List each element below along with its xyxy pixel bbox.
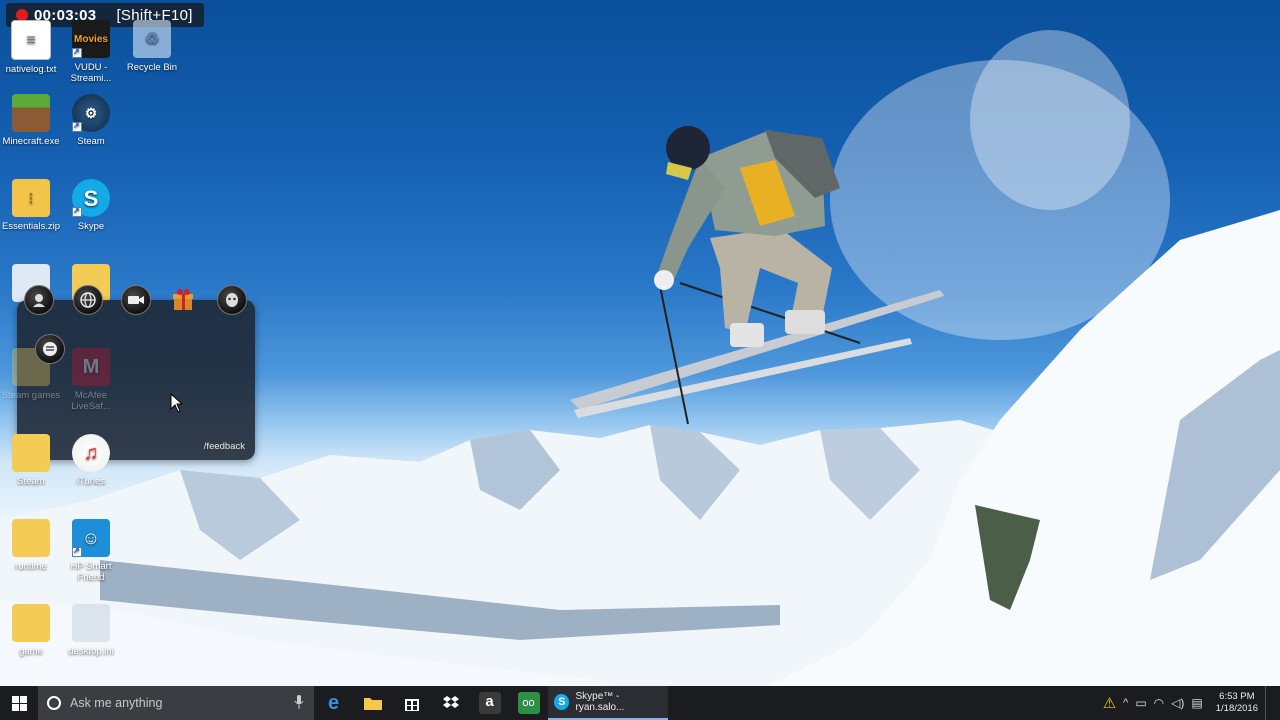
folder-icon bbox=[12, 519, 50, 557]
overlay-profile-button[interactable] bbox=[24, 285, 54, 315]
desktop-icon-nativelog[interactable]: ≡ nativelog.txt bbox=[0, 20, 62, 75]
overlay-web-button[interactable] bbox=[73, 285, 103, 315]
overlay-mask-button[interactable] bbox=[217, 285, 247, 315]
microphone-icon[interactable] bbox=[294, 695, 304, 709]
start-button[interactable] bbox=[0, 686, 38, 720]
overlay-gift-button[interactable] bbox=[168, 285, 198, 315]
system-tray: ⚠ ^ ▭ ◠ ◁) ▤ 6:53 PM 1/18/2016 bbox=[1103, 686, 1280, 720]
globe-icon bbox=[80, 292, 96, 308]
settings-file-icon bbox=[72, 604, 110, 642]
desktop-icon-steam[interactable]: ⚙ Steam bbox=[60, 94, 122, 147]
search-placeholder: Ask me anything bbox=[70, 696, 163, 710]
taskbar-skype-window[interactable]: S Skype™ - ryan.salo... bbox=[548, 686, 668, 720]
desktop-icon-label: iTunes bbox=[76, 476, 106, 487]
taskbar-amazon[interactable]: a bbox=[470, 686, 509, 720]
folder-icon bbox=[12, 604, 50, 642]
desktop-icon-skype[interactable]: S Skype bbox=[60, 179, 122, 232]
desktop-icon-label: nativelog.txt bbox=[5, 64, 57, 75]
desktop-icon-label: Minecraft.exe bbox=[2, 136, 60, 147]
clock-date: 1/18/2016 bbox=[1215, 703, 1258, 714]
edge-icon: e bbox=[327, 691, 340, 714]
itunes-note-icon: ♫ bbox=[72, 434, 110, 472]
desktop-icon-steam-2[interactable]: Steam bbox=[0, 434, 62, 487]
desktop-icon-desktop-ini[interactable]: desktop.ini bbox=[60, 604, 122, 657]
feedback-link[interactable]: /feedback bbox=[204, 441, 245, 452]
desktop-icon-hp-smart-friend[interactable]: ☺ HP Smart Friend bbox=[60, 519, 122, 583]
wifi-icon[interactable]: ◠ bbox=[1154, 696, 1164, 710]
desktop-icon-label: McAfee LiveSaf... bbox=[71, 390, 111, 412]
dropbox-icon bbox=[442, 696, 459, 708]
profile-icon bbox=[33, 294, 45, 307]
video-camera-icon bbox=[128, 296, 144, 304]
taskbar-tripadvisor[interactable]: oo bbox=[509, 686, 548, 720]
skype-window-title: Skype™ - ryan.salo... bbox=[575, 691, 625, 713]
taskbar-dropbox[interactable] bbox=[431, 686, 470, 720]
hp-smart-friend-icon: ☺ bbox=[72, 519, 110, 557]
desktop-icon-label: Steam bbox=[17, 476, 45, 487]
desktop-icon-mcafee[interactable]: M McAfee LiveSaf... bbox=[60, 348, 122, 412]
gift-box-icon bbox=[173, 289, 193, 310]
desktop-icon-label: Skype bbox=[77, 221, 105, 232]
desktop-icon-label: game bbox=[19, 646, 43, 657]
clock-time: 6:53 PM bbox=[1219, 691, 1255, 702]
show-desktop-button[interactable] bbox=[1265, 686, 1270, 720]
desktop-icon-label: desktop.ini bbox=[68, 646, 114, 657]
desktop-icon-label: VUDU - Streami... bbox=[70, 62, 112, 84]
desktop-icon-label: Essentials.zip bbox=[1, 221, 61, 232]
vudu-movies-icon: Movies bbox=[72, 20, 110, 58]
overlay-chat-button[interactable] bbox=[35, 334, 65, 364]
store-bag-icon bbox=[404, 699, 419, 711]
shortcut-arrow-icon bbox=[72, 120, 82, 132]
warning-icon[interactable]: ⚠ bbox=[1103, 694, 1116, 712]
volume-icon[interactable]: ◁) bbox=[1171, 696, 1184, 710]
chevron-up-icon[interactable]: ^ bbox=[1123, 697, 1128, 709]
mcafee-shield-icon: M bbox=[72, 348, 110, 386]
folder-icon bbox=[363, 698, 382, 710]
cortana-circle-icon bbox=[47, 696, 61, 710]
desktop-icon-vudu[interactable]: Movies VUDU - Streami... bbox=[60, 20, 122, 84]
shortcut-arrow-icon bbox=[72, 205, 82, 217]
steam-icon: ⚙ bbox=[72, 94, 110, 132]
folder-icon bbox=[12, 434, 50, 472]
taskbar-clock[interactable]: 6:53 PM 1/18/2016 bbox=[1216, 691, 1258, 715]
desktop-icon-label: Steam games bbox=[1, 390, 61, 401]
desktop-icon-label: runtime bbox=[15, 561, 47, 572]
windows-logo-icon bbox=[11, 695, 27, 711]
action-center-icon[interactable]: ▤ bbox=[1191, 696, 1202, 710]
desktop-icon-recycle-bin[interactable]: ♻ Recycle Bin bbox=[121, 20, 183, 73]
skype-icon: S bbox=[554, 694, 570, 710]
skier-figure bbox=[570, 126, 944, 425]
shortcut-arrow-icon bbox=[72, 46, 82, 58]
taskbar-edge[interactable]: e bbox=[314, 686, 353, 720]
recycle-bin-icon: ♻ bbox=[133, 20, 171, 58]
taskbar: Ask me anything e a oo S Skype™ - ryan.s… bbox=[0, 686, 1280, 720]
text-file-icon: ≡ bbox=[11, 20, 51, 60]
hockey-mask-icon bbox=[226, 293, 238, 307]
chat-bubble-icon bbox=[43, 342, 57, 356]
zip-folder-icon: ⋮ bbox=[12, 179, 50, 217]
desktop-icon-runtime[interactable]: runtime bbox=[0, 519, 62, 572]
taskbar-store[interactable] bbox=[392, 686, 431, 720]
tripadvisor-owl-icon: oo bbox=[517, 692, 540, 714]
desktop-icon-label: Steam bbox=[77, 136, 105, 147]
desktop-icon-essentials-zip[interactable]: ⋮ Essentials.zip bbox=[0, 179, 62, 232]
desktop-icon-minecraft[interactable]: Minecraft.exe bbox=[0, 94, 62, 147]
taskbar-file-explorer[interactable] bbox=[353, 686, 392, 720]
mouse-cursor-icon bbox=[170, 393, 184, 413]
overlay-video-button[interactable] bbox=[121, 285, 151, 315]
minecraft-block-icon bbox=[12, 94, 50, 132]
desktop-icon-label: HP Smart Friend bbox=[70, 561, 112, 583]
desktop-icon-itunes[interactable]: ♫ iTunes bbox=[60, 434, 122, 487]
desktop-icon-game[interactable]: game bbox=[0, 604, 62, 657]
shortcut-arrow-icon bbox=[72, 545, 82, 557]
amazon-icon: a bbox=[478, 692, 501, 714]
cortana-search-box[interactable]: Ask me anything bbox=[38, 686, 314, 720]
battery-icon[interactable]: ▭ bbox=[1135, 696, 1146, 710]
vudu-badge-text: Movies bbox=[74, 33, 108, 45]
desktop-icon-label: Recycle Bin bbox=[126, 62, 178, 73]
skype-icon: S bbox=[72, 179, 110, 217]
